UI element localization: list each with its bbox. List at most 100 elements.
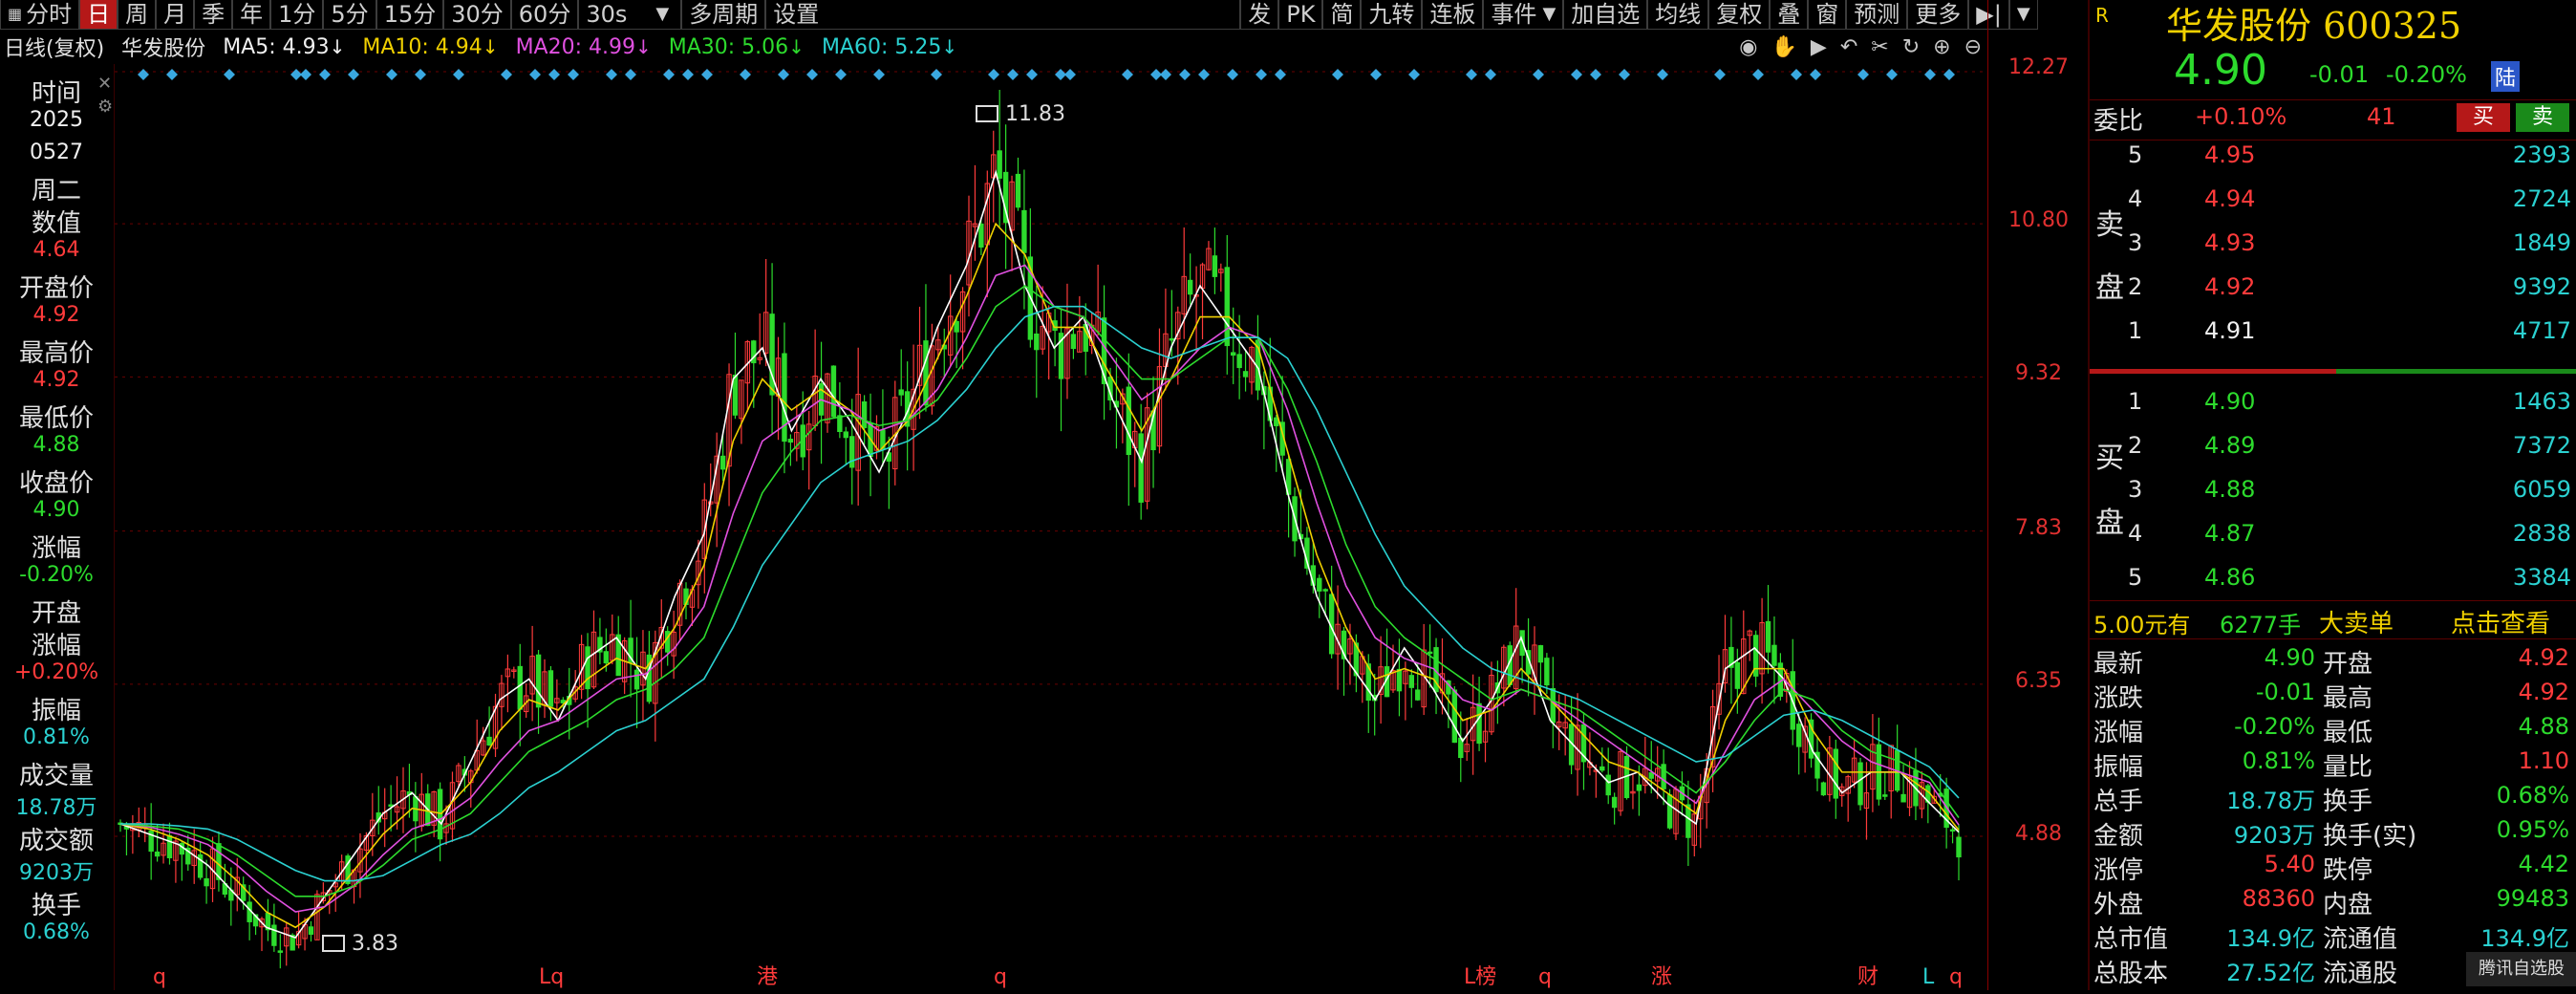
bottom-mark-L2[interactable]: L <box>1922 965 1935 989</box>
event-diamond-icon <box>1857 69 1869 80</box>
btn-jian[interactable]: 简 <box>1322 0 1362 30</box>
btn-more[interactable]: 更多 <box>1907 0 1969 30</box>
candle-body <box>732 375 739 416</box>
candle-body <box>204 877 209 887</box>
btn-window[interactable]: 窗 <box>1808 0 1847 30</box>
candle-body <box>1550 687 1556 724</box>
bottom-mark-q3[interactable]: q <box>1538 965 1552 989</box>
tab-5min[interactable]: 5分 <box>323 0 376 30</box>
tab-quarterly[interactable]: 季 <box>194 0 233 30</box>
refresh-icon[interactable]: ↻ <box>1902 35 1920 59</box>
ask-level: 1 <box>2128 317 2143 344</box>
high-value: 4.92 <box>32 368 80 392</box>
stat-label: 涨幅 <box>2093 719 2144 747</box>
btn-events[interactable]: 事件 ▼ <box>1483 0 1564 30</box>
ask-bid-divider-red <box>2090 369 2336 374</box>
candle-body <box>1771 644 1777 666</box>
candle-body <box>787 439 794 443</box>
ma60-value: MA60: 5.25↓ <box>821 34 958 59</box>
lu-badge[interactable]: 陆 <box>2491 61 2521 92</box>
grid-icon: ▦ <box>8 5 23 23</box>
event-diamond-icon <box>568 69 579 80</box>
btn-overlay[interactable]: 叠 <box>1770 0 1809 30</box>
tab-1min[interactable]: 1分 <box>270 0 324 30</box>
eye-icon[interactable]: ◉ <box>1739 35 1757 59</box>
event-diamond-icon <box>1886 69 1898 80</box>
btn-add-watch[interactable]: 加自选 <box>1563 0 1648 30</box>
candle-body <box>1212 255 1218 277</box>
stat-label: 跌停 <box>2323 856 2373 885</box>
tab-fenshi[interactable]: ▦ 分时 <box>0 0 80 30</box>
btn-fa[interactable]: 发 <box>1240 0 1279 30</box>
turn-label: 换手 <box>31 892 81 920</box>
event-diamond-icon <box>1198 69 1210 80</box>
high-label: 最高价 <box>18 339 94 368</box>
event-diamond-icon <box>166 69 178 80</box>
tab-monthly[interactable]: 月 <box>156 0 195 30</box>
candle-body <box>898 389 904 396</box>
btn-ma[interactable]: 均线 <box>1647 0 1709 30</box>
bid-level: 4 <box>2128 520 2143 547</box>
tab-30min[interactable]: 30分 <box>443 0 511 30</box>
kline-chart[interactable]: 11.83 3.83 L q Lq 港 q L榜 q 涨 财 L q <box>76 64 1987 990</box>
bottom-mark-q2[interactable]: q <box>994 965 1007 989</box>
candle-body <box>1857 762 1863 806</box>
undo-icon[interactable]: ↶ <box>1840 35 1857 59</box>
bottom-mark-cai[interactable]: 财 <box>1857 965 1878 989</box>
bottom-mark-Lq[interactable]: Lq <box>539 965 564 989</box>
tab-yearly[interactable]: 年 <box>232 0 271 30</box>
period-label[interactable]: 日线(复权) <box>4 32 104 62</box>
ma-info-bar: 日线(复权) 华发股份 MA5: 4.93↓ MA10: 4.94↓ MA20:… <box>0 30 1987 64</box>
bottom-mark-zhang[interactable]: 涨 <box>1651 965 1672 989</box>
candle-body <box>1636 784 1642 791</box>
event-diamond-icon <box>1227 69 1238 80</box>
zoom-out-icon[interactable]: ⊖ <box>1964 35 1982 59</box>
btn-jiuzhuan[interactable]: 九转 <box>1361 0 1423 30</box>
bid-price: 4.87 <box>2204 520 2256 547</box>
tab-30s-dropdown[interactable]: 30s ▼ <box>578 0 682 30</box>
bottom-mark-q4[interactable]: q <box>1949 965 1963 989</box>
event-diamond-icon <box>1275 69 1286 80</box>
open-label: 开盘价 <box>18 274 94 303</box>
tab-multi-period[interactable]: 多周期 <box>681 0 766 30</box>
candle-body <box>830 365 837 418</box>
stat-label: 流通值 <box>2323 925 2398 954</box>
sell-button[interactable]: 卖 <box>2516 103 2569 132</box>
stat-value: -0.20% <box>2234 713 2315 740</box>
hand-icon[interactable]: ✋ <box>1771 35 1796 59</box>
ask-volume: 9392 <box>2512 273 2571 300</box>
bottom-mark-gang[interactable]: 港 <box>757 965 778 989</box>
play-icon[interactable]: ▶ <box>1811 35 1827 59</box>
bigorder-link[interactable]: 点击查看 <box>2451 604 2550 639</box>
zoom-in-icon[interactable]: ⊕ <box>1933 35 1950 59</box>
bottom-mark-q[interactable]: q <box>153 965 166 989</box>
stat-label: 外盘 <box>2093 891 2144 919</box>
buy-button[interactable]: 买 <box>2457 103 2510 132</box>
event-diamond-icon <box>1810 69 1821 80</box>
tab-weekly[interactable]: 周 <box>118 0 157 30</box>
candle-body <box>1169 337 1175 341</box>
tab-15min[interactable]: 15分 <box>376 0 444 30</box>
tab-daily[interactable]: 日 <box>79 0 118 30</box>
candle-body <box>1734 661 1741 689</box>
event-diamond-icon <box>1657 69 1668 80</box>
btn-forecast[interactable]: 预测 <box>1846 0 1908 30</box>
ask-level: 5 <box>2128 141 2143 168</box>
candle-body <box>486 736 492 746</box>
candle-body <box>1537 645 1544 663</box>
kline-svg: 11.83 3.83 L q Lq 港 q L榜 q 涨 财 L q <box>76 69 1987 989</box>
candle-body <box>535 654 542 708</box>
scissors-icon[interactable]: ✂ <box>1871 35 1888 59</box>
btn-lianban[interactable]: 连板 <box>1422 0 1484 30</box>
stat-label: 开盘 <box>2323 650 2373 679</box>
candle-body <box>1317 577 1322 592</box>
period-toolbar: ▦ 分时 日 周 月 季 年 1分 5分 15分 30分 60分 30s ▼ 多周期… <box>0 0 2038 30</box>
event-diamond-icon <box>386 69 397 80</box>
btn-adjust[interactable]: 复权 <box>1708 0 1771 30</box>
btn-pk[interactable]: PK <box>1278 0 1323 30</box>
bottom-mark-Lbang[interactable]: L榜 <box>1464 965 1496 989</box>
amp-label: 振幅 <box>31 697 81 725</box>
candle-body <box>1224 267 1230 347</box>
tab-60min[interactable]: 60分 <box>510 0 579 30</box>
tab-settings[interactable]: 设置 <box>765 0 1241 30</box>
